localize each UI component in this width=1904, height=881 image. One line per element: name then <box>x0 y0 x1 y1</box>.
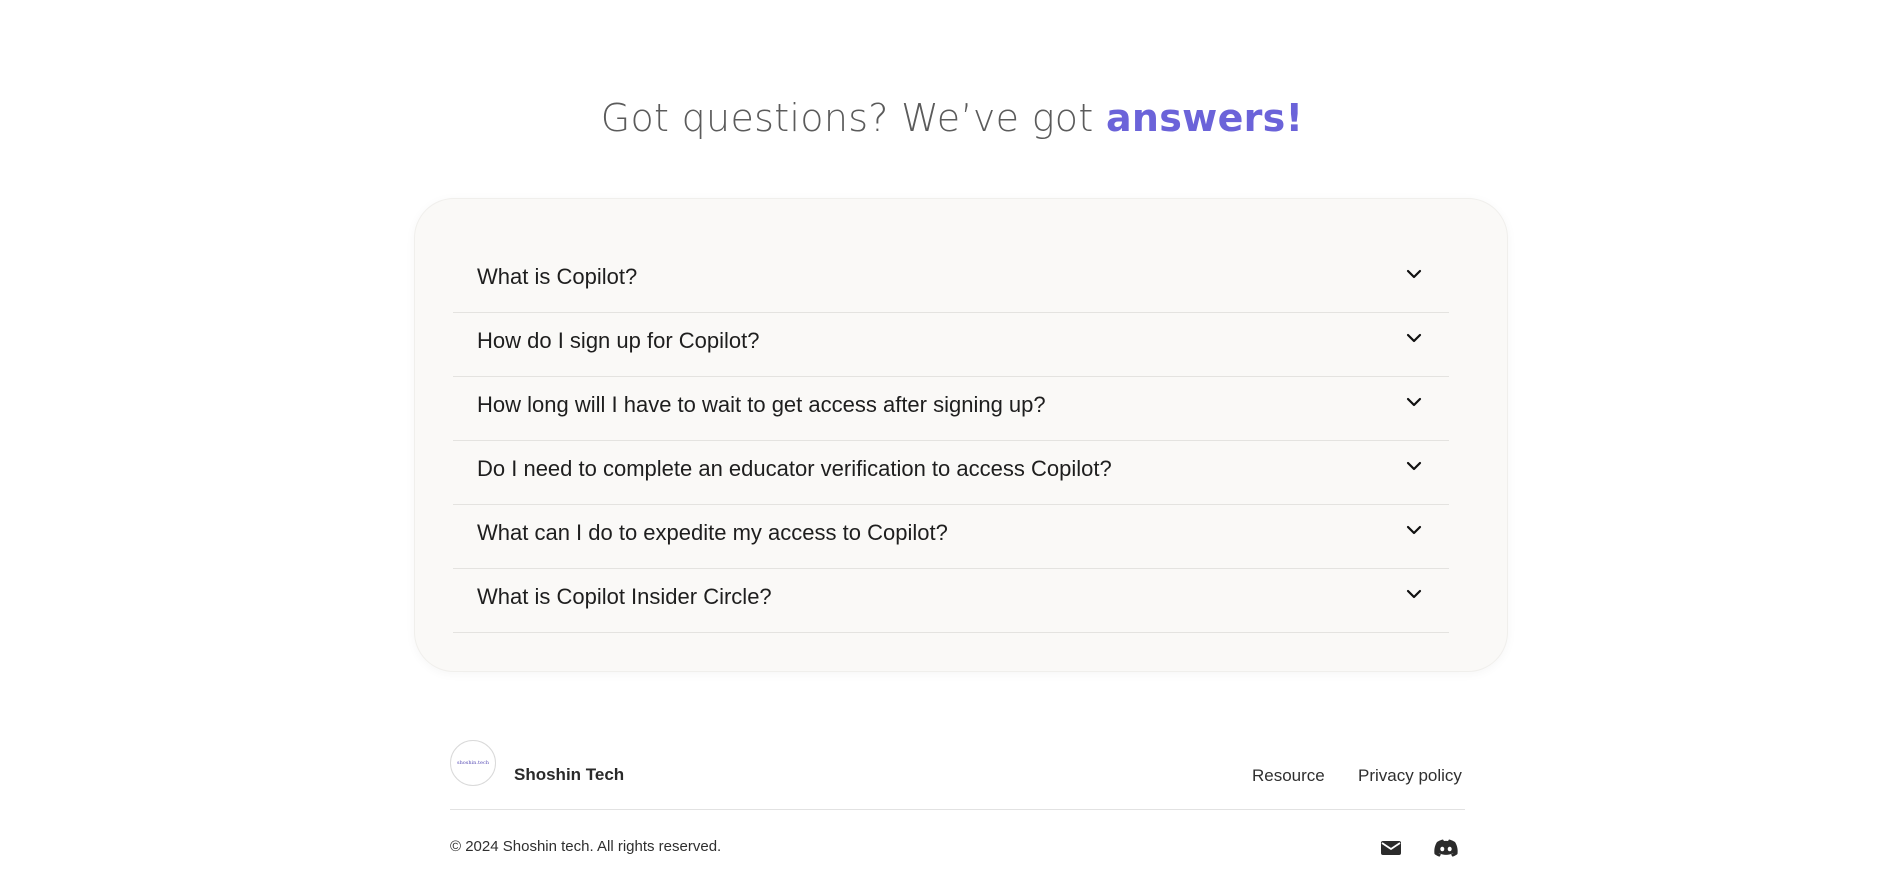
faq-question: How long will I have to wait to get acce… <box>477 392 1046 417</box>
brand-logo-text: shoshin.tech <box>457 760 489 766</box>
copyright-text: © 2024 Shoshin tech. All rights reserved… <box>450 838 722 855</box>
faq-heading-text: Got questions? We’ve got <box>600 96 1106 140</box>
footer-divider <box>450 809 1465 810</box>
footer-link-privacy-policy[interactable]: Privacy policy <box>1358 766 1462 786</box>
faq-page: Got questions? We’ve got answers! What i… <box>0 0 1904 881</box>
faq-card: What is Copilot? How do I sign up for Co… <box>414 198 1508 672</box>
chevron-down-icon[interactable] <box>1403 583 1425 605</box>
faq-item-insider-circle[interactable]: What is Copilot Insider Circle? <box>453 569 1449 633</box>
faq-question: Do I need to complete an educator verifi… <box>477 456 1112 481</box>
chevron-down-icon[interactable] <box>1403 519 1425 541</box>
faq-heading: Got questions? We’ve got answers! <box>0 92 1904 144</box>
faq-list: What is Copilot? How do I sign up for Co… <box>453 249 1449 633</box>
brand-name: Shoshin Tech <box>514 765 625 784</box>
faq-item-expedite-access[interactable]: What can I do to expedite my access to C… <box>453 505 1449 569</box>
faq-question: How do I sign up for Copilot? <box>477 328 760 353</box>
footer-link-resource[interactable]: Resource <box>1252 766 1325 786</box>
faq-item-wait-time[interactable]: How long will I have to wait to get acce… <box>453 377 1449 441</box>
discord-icon[interactable] <box>1433 838 1459 858</box>
faq-heading-accent: answers! <box>1105 96 1304 140</box>
chevron-down-icon[interactable] <box>1403 327 1425 349</box>
faq-question: What can I do to expedite my access to C… <box>477 520 948 545</box>
faq-question: What is Copilot Insider Circle? <box>477 584 772 609</box>
faq-item-what-is-copilot[interactable]: What is Copilot? <box>453 249 1449 313</box>
chevron-down-icon[interactable] <box>1403 391 1425 413</box>
mail-icon[interactable] <box>1379 838 1403 858</box>
faq-item-sign-up[interactable]: How do I sign up for Copilot? <box>453 313 1449 377</box>
faq-item-educator-verification[interactable]: Do I need to complete an educator verifi… <box>453 441 1449 505</box>
faq-question: What is Copilot? <box>477 264 638 289</box>
brand-logo[interactable]: shoshin.tech <box>450 740 496 786</box>
chevron-down-icon[interactable] <box>1403 455 1425 477</box>
chevron-down-icon[interactable] <box>1403 263 1425 285</box>
